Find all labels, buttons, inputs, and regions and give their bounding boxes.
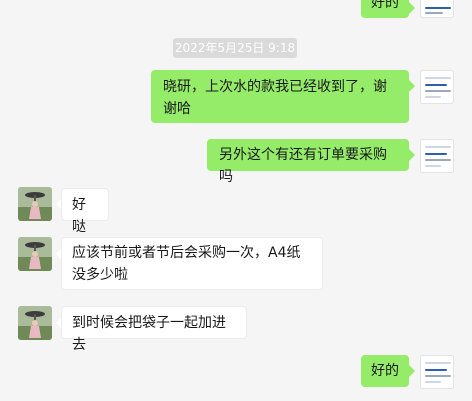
avatar-photo-icon: [18, 187, 52, 221]
message-text: 好哒: [72, 197, 86, 235]
bubble-tail: [409, 365, 415, 377]
message-text: 好的: [371, 363, 399, 379]
message-bubble-self[interactable]: 好的: [361, 0, 409, 18]
avatar-self[interactable]: [420, 139, 454, 173]
avatar-contact[interactable]: [18, 187, 52, 221]
bubble-tail: [409, 2, 415, 14]
avatar-contact[interactable]: [18, 237, 52, 271]
avatar-photo-icon: [18, 306, 52, 340]
message-bubble-contact[interactable]: 应该节前或者节后会采购一次，A4纸没多少啦: [61, 237, 323, 290]
message-bubble-self[interactable]: 另外这个有还有订单要采购吗: [207, 139, 409, 185]
message-text: 另外这个有还有订单要采购吗: [219, 147, 387, 185]
avatar-photo-icon: [18, 237, 52, 271]
avatar-contact[interactable]: [18, 306, 52, 340]
message-text: 好的: [371, 0, 399, 11]
chat-window: 好的 2022年5月25日 9:18 晓研，上次水的款我已经收到了，谢谢哈 另外…: [0, 0, 472, 401]
avatar-self[interactable]: [420, 70, 454, 104]
message-bubble-contact[interactable]: 好哒: [61, 188, 109, 235]
message-bubble-contact[interactable]: 到时候会把袋子一起加进去: [61, 306, 247, 353]
avatar-self[interactable]: [420, 0, 454, 18]
bubble-tail: [409, 80, 415, 92]
message-bubble-self[interactable]: 好的: [361, 355, 409, 387]
timestamp: 2022年5月25日 9:18: [173, 38, 297, 58]
avatar-self[interactable]: [420, 355, 454, 389]
bubble-tail: [409, 149, 415, 161]
message-bubble-self[interactable]: 晓研，上次水的款我已经收到了，谢谢哈: [151, 70, 409, 123]
message-text: 到时候会把袋子一起加进去: [72, 315, 226, 353]
message-text: 应该节前或者节后会采购一次，A4纸没多少啦: [72, 245, 301, 283]
message-text: 晓研，上次水的款我已经收到了，谢谢哈: [163, 79, 387, 117]
